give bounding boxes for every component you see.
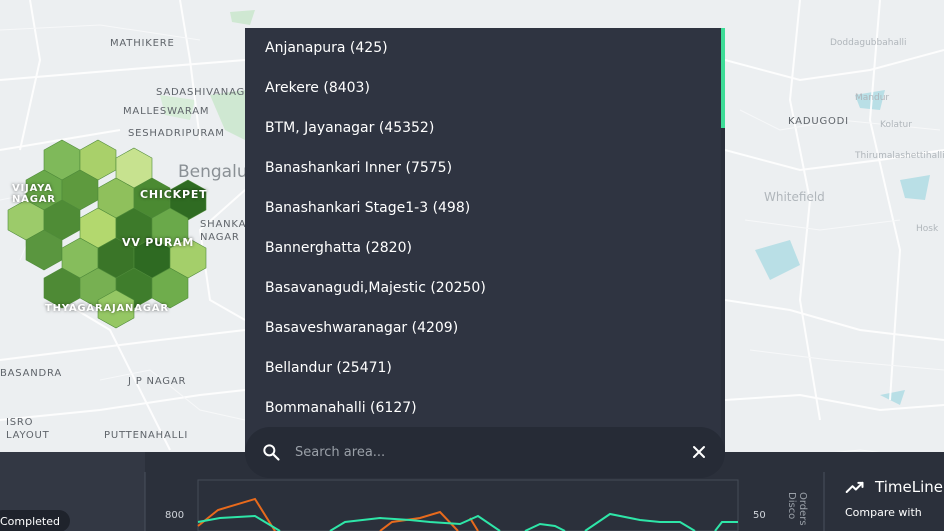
area-option[interactable]: Arekere (8403) [245,68,721,108]
map-label: MALLESWARAM [123,106,210,117]
timeline-panel: TimeLine Compare with [825,470,944,531]
area-option[interactable]: BTM, Jayanagar (45352) [245,108,721,148]
area-option[interactable]: Bellandur (25471) [245,348,721,388]
map-label: BASANDRA [0,368,63,379]
area-option[interactable]: Basaveshwaranagar (4209) [245,308,721,348]
area-option[interactable]: Banashankari Stage1-3 (498) [245,188,721,228]
area-option[interactable]: Anjanapura (425) [245,28,721,68]
status-badge: Completed [0,510,70,531]
map-label: CHICKPET [140,188,208,201]
trending-up-icon [845,481,864,493]
search-input[interactable] [295,439,675,466]
map-label: ISRO LAYOUT [6,417,50,441]
right-axis-label: Orders Disco [786,492,808,526]
map-label: VIJAYA NAGAR [12,183,56,205]
map-label: J P NAGAR [128,376,187,387]
area-option[interactable]: Bommanahalli (6127) [245,388,721,428]
map-label: VV PURAM [122,236,195,249]
compare-label: Compare with [845,506,922,519]
map-label: Mandur [855,93,890,103]
area-option[interactable]: Banashankari Inner (7575) [245,148,721,188]
map-label: PUTTENAHALLI [104,430,189,441]
map-label: Kolatur [880,120,912,130]
scrollbar-thumb[interactable] [721,28,725,128]
map-label: THYAGARAJANAGAR [45,303,169,314]
right-axis-tick: 50 [753,510,766,521]
close-icon[interactable] [689,442,709,462]
area-search-bar [245,427,725,478]
map-label: Thirumalashettihalli [855,151,944,161]
y-axis-tick: 800 [165,510,185,521]
map-label: SESHADRIPURAM [128,128,225,139]
map-label: Hosk [916,224,939,234]
map-label: MATHIKERE [110,38,175,49]
search-icon [263,444,280,461]
area-dropdown[interactable]: Anjanapura (425) Arekere (8403) BTM, Jay… [245,28,725,452]
map-label: Doddagubbahalli [830,38,907,48]
map-label: SHANKAR NAGAR [200,219,254,243]
area-option[interactable]: Basavanagudi,Majestic (20250) [245,268,721,308]
timeline-title: TimeLine [875,478,943,496]
map-label: Whitefield [764,190,825,204]
area-option[interactable]: Bannerghatta (2820) [245,228,721,268]
map-label: KADUGODI [788,116,849,127]
dropdown-scrollbar[interactable] [721,28,725,452]
area-list: Anjanapura (425) Arekere (8403) BTM, Jay… [245,28,721,428]
